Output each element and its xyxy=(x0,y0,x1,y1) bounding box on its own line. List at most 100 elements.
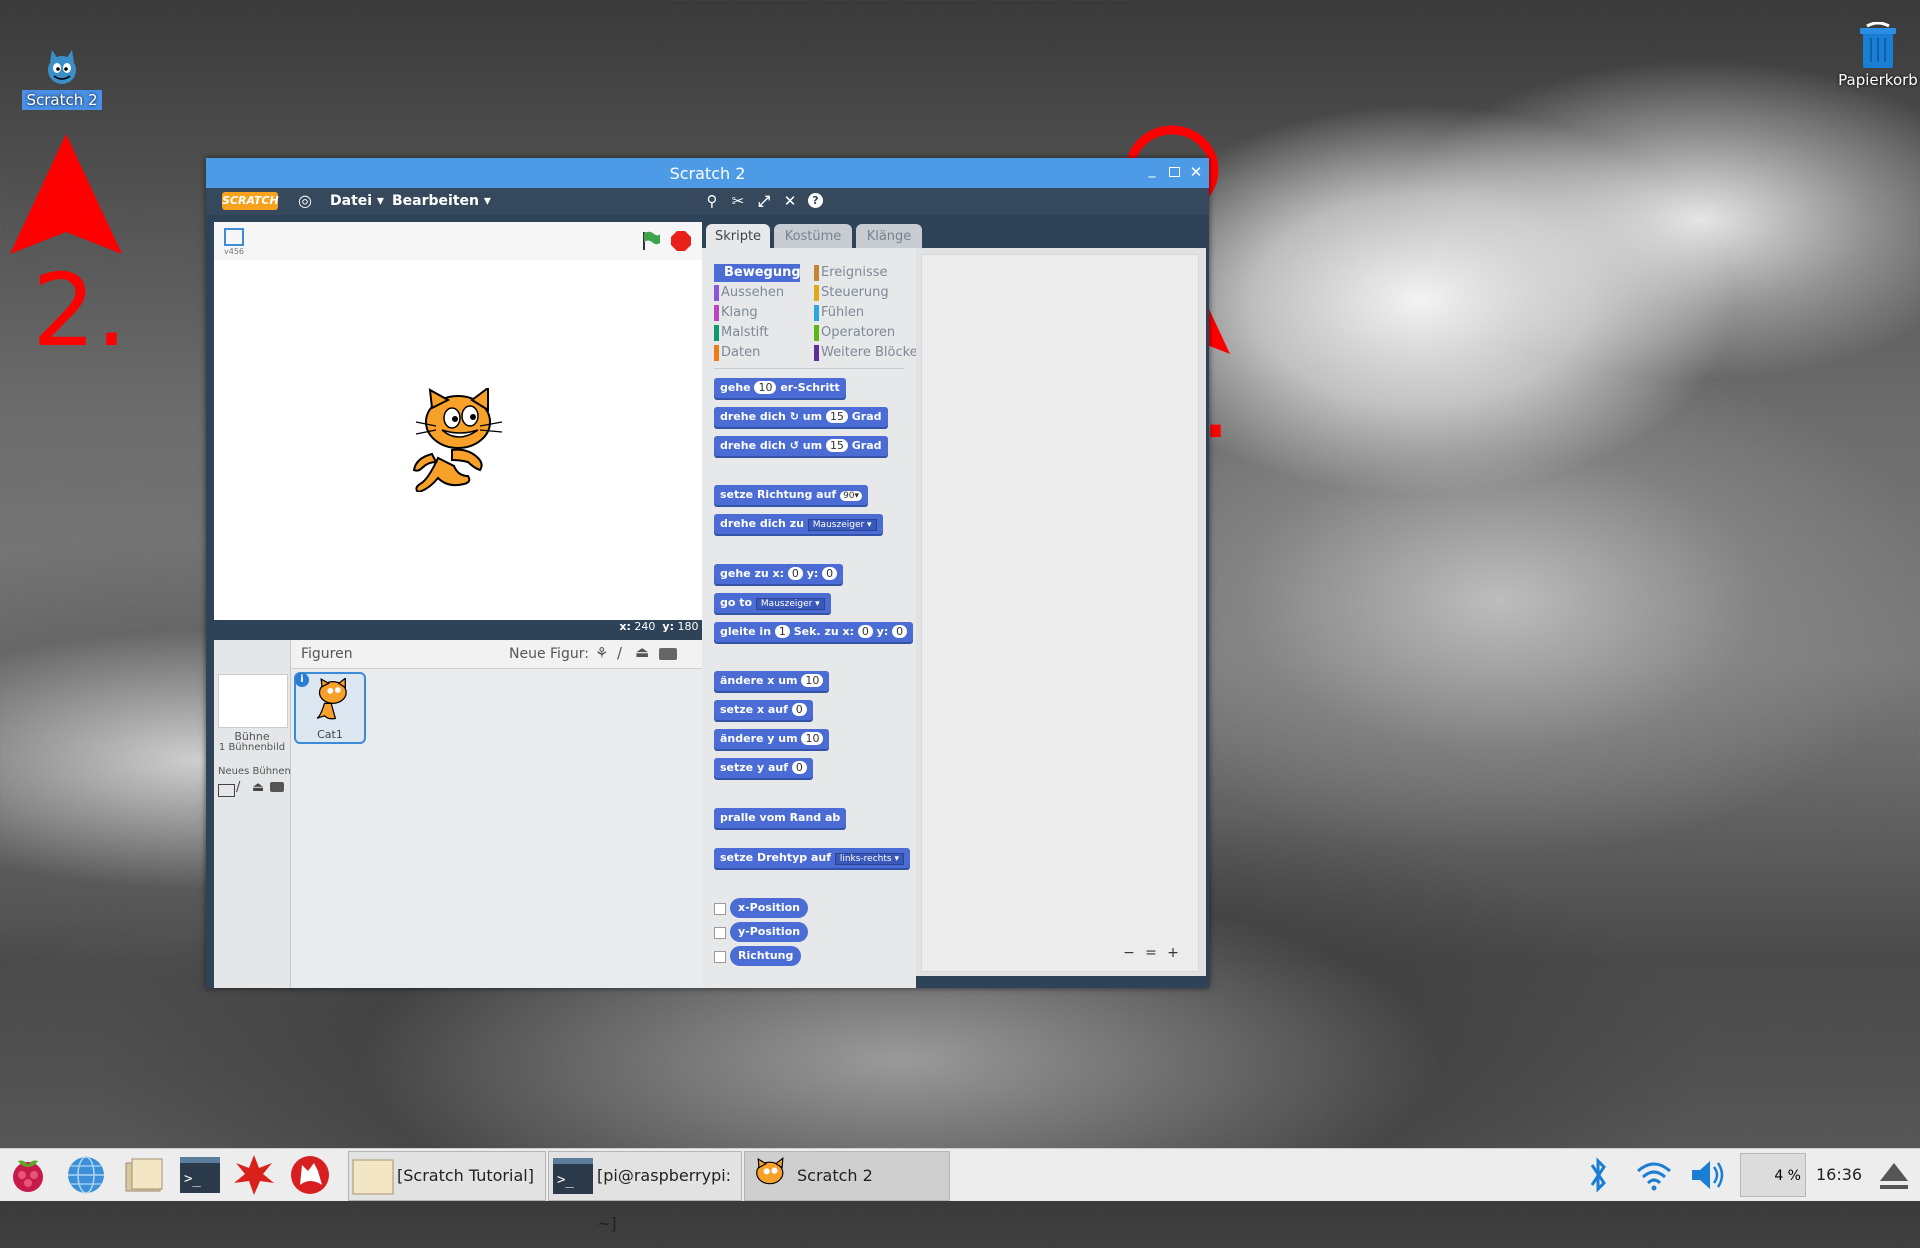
grow-tool-icon[interactable]: ⤢ xyxy=(754,191,774,211)
task-terminal[interactable]: >_ [pi@raspberrypi: ~] xyxy=(548,1151,742,1233)
block-set-y[interactable]: setze y auf 0 xyxy=(714,758,813,778)
category-klang[interactable]: Klang xyxy=(714,304,758,322)
zoom-out-button[interactable]: − xyxy=(1120,945,1138,963)
block-turn-right[interactable]: drehe dich ↻ um 15 Grad xyxy=(714,407,888,427)
terminal-icon[interactable]: >_ xyxy=(178,1155,222,1195)
block-input[interactable]: 0 xyxy=(791,703,807,716)
block-move-steps[interactable]: gehe 10 er-Schritt xyxy=(714,378,846,398)
sprite-library-icon[interactable]: ⚘ xyxy=(595,644,608,662)
script-area[interactable]: − = + xyxy=(916,248,1206,976)
menu-datei[interactable]: Datei ▾ xyxy=(330,193,384,209)
language-globe-icon[interactable]: ◎ xyxy=(298,192,316,210)
block-input[interactable]: 1 xyxy=(774,625,790,638)
sprite-upload-icon[interactable]: ⏏ xyxy=(635,643,649,661)
minimize-button[interactable]: _ xyxy=(1142,162,1162,182)
tab-kostueme[interactable]: Kostüme xyxy=(774,224,852,250)
block-goto-xy[interactable]: gehe zu x: 0 y: 0 xyxy=(714,564,844,584)
task-scratch-tutorial[interactable]: [Scratch Tutorial] xyxy=(348,1151,546,1201)
sprite-info-icon[interactable]: i xyxy=(295,673,309,687)
zoom-in-button[interactable]: + xyxy=(1164,945,1182,963)
category-operatoren[interactable]: Operatoren xyxy=(814,324,895,342)
tab-skripte[interactable]: Skripte xyxy=(706,224,770,250)
block-input[interactable]: 10 xyxy=(754,381,777,394)
wolfram-icon[interactable] xyxy=(288,1155,332,1195)
block-input[interactable]: 0 xyxy=(857,625,873,638)
task-scratch-2[interactable]: Scratch 2 xyxy=(744,1151,950,1201)
category-fuehlen[interactable]: Fühlen xyxy=(814,304,864,322)
block-dropdown[interactable]: Mauszeiger ▾ xyxy=(755,598,825,610)
tab-klaenge[interactable]: Klänge xyxy=(856,224,922,250)
backdrop-paint-icon[interactable]: / xyxy=(236,780,240,795)
stage-thumbnail[interactable] xyxy=(218,674,288,728)
volume-icon[interactable] xyxy=(1686,1155,1730,1195)
script-canvas[interactable]: − = + xyxy=(921,254,1199,972)
help-tool-icon[interactable]: ? xyxy=(806,191,826,211)
cat-sprite[interactable] xyxy=(408,388,504,492)
delete-tool-icon[interactable]: ✂ xyxy=(728,191,748,211)
mathematica-icon[interactable] xyxy=(232,1155,276,1195)
block-input[interactable]: 0 xyxy=(791,761,807,774)
block-input[interactable]: 0 xyxy=(892,625,908,638)
block-bounce[interactable]: pralle vom Rand ab xyxy=(714,808,847,828)
clock[interactable]: 16:36 xyxy=(1816,1165,1862,1184)
category-bewegung[interactable]: Bewegung xyxy=(714,264,801,282)
duplicate-tool-icon[interactable]: ⚲ xyxy=(702,191,722,211)
block-input[interactable]: 15 xyxy=(825,439,848,452)
reporter-direction[interactable]: Richtung xyxy=(730,946,802,966)
block-set-x[interactable]: setze x auf 0 xyxy=(714,700,813,720)
menu-bearbeiten[interactable]: Bearbeiten ▾ xyxy=(392,193,491,209)
sprite-paint-icon[interactable]: / xyxy=(617,644,622,662)
category-steuerung[interactable]: Steuerung xyxy=(814,284,889,302)
block-point-towards[interactable]: drehe dich zu Mauszeiger ▾ xyxy=(714,514,883,534)
block-input[interactable]: 10 xyxy=(801,732,824,745)
block-point-direction[interactable]: setze Richtung auf 90▾ xyxy=(714,485,869,505)
block-change-y[interactable]: ändere y um 10 xyxy=(714,729,830,749)
block-rotation-style[interactable]: setze Drehtyp auf links-rechts ▾ xyxy=(714,848,910,868)
block-turn-left[interactable]: drehe dich ↺ um 15 Grad xyxy=(714,436,888,456)
raspberry-menu-icon[interactable] xyxy=(6,1155,50,1195)
block-input[interactable]: 15 xyxy=(825,410,848,423)
checkbox-direction[interactable] xyxy=(714,951,726,963)
eject-icon[interactable] xyxy=(1872,1155,1916,1195)
zoom-reset-button[interactable]: = xyxy=(1142,945,1160,963)
bluetooth-icon[interactable] xyxy=(1576,1155,1620,1195)
desktop-icon-scratch[interactable]: Scratch 2 xyxy=(20,40,104,120)
block-change-x[interactable]: ändere x um 10 xyxy=(714,671,830,691)
block-dropdown[interactable]: links-rechts ▾ xyxy=(834,853,904,865)
reporter-y-position[interactable]: y-Position xyxy=(730,922,809,942)
block-input[interactable]: 0 xyxy=(787,567,803,580)
file-manager-icon[interactable] xyxy=(122,1155,166,1195)
reporter-x-position[interactable]: x-Position xyxy=(730,898,809,918)
backdrop-upload-icon[interactable]: ⏏ xyxy=(252,780,264,795)
presentation-mode-icon[interactable] xyxy=(224,228,244,246)
category-ereignisse[interactable]: Ereignisse xyxy=(814,264,888,282)
green-flag-icon[interactable] xyxy=(640,230,662,252)
category-malstift[interactable]: Malstift xyxy=(714,324,769,342)
checkbox-x-position[interactable] xyxy=(714,903,726,915)
stop-icon[interactable] xyxy=(670,230,692,252)
shrink-tool-icon[interactable]: ✕ xyxy=(780,191,800,211)
backdrop-library-icon[interactable] xyxy=(218,784,235,797)
block-goto-target[interactable]: go to Mauszeiger ▾ xyxy=(714,593,831,613)
sprite-thumbnail-cat1[interactable]: i Cat1 xyxy=(294,672,366,744)
block-input[interactable]: 10 xyxy=(801,674,824,687)
maximize-button[interactable] xyxy=(1164,162,1184,182)
category-aussehen[interactable]: Aussehen xyxy=(714,284,784,302)
scratch-logo[interactable]: SCRATCH xyxy=(222,192,279,210)
sprite-camera-icon[interactable] xyxy=(659,648,677,660)
close-button[interactable]: ✕ xyxy=(1186,162,1206,182)
category-daten[interactable]: Daten xyxy=(714,344,760,362)
desktop-icon-trash[interactable]: Papierkorb xyxy=(1836,22,1920,102)
block-dropdown[interactable]: 90▾ xyxy=(840,491,863,501)
block-text: drehe dich xyxy=(720,439,786,452)
block-input[interactable]: 0 xyxy=(822,567,838,580)
backdrop-camera-icon[interactable] xyxy=(270,782,284,792)
block-dropdown[interactable]: Mauszeiger ▾ xyxy=(807,519,877,531)
block-glide[interactable]: gleite in 1 Sek. zu x: 0 y: 0 xyxy=(714,622,914,642)
category-weitere-bloecke[interactable]: Weitere Blöcke xyxy=(814,344,918,362)
wifi-icon[interactable] xyxy=(1632,1155,1676,1195)
browser-icon[interactable] xyxy=(64,1155,108,1195)
window-titlebar[interactable]: Scratch 2 _ ✕ xyxy=(206,158,1209,188)
stage-canvas[interactable] xyxy=(214,260,702,620)
checkbox-y-position[interactable] xyxy=(714,927,726,939)
